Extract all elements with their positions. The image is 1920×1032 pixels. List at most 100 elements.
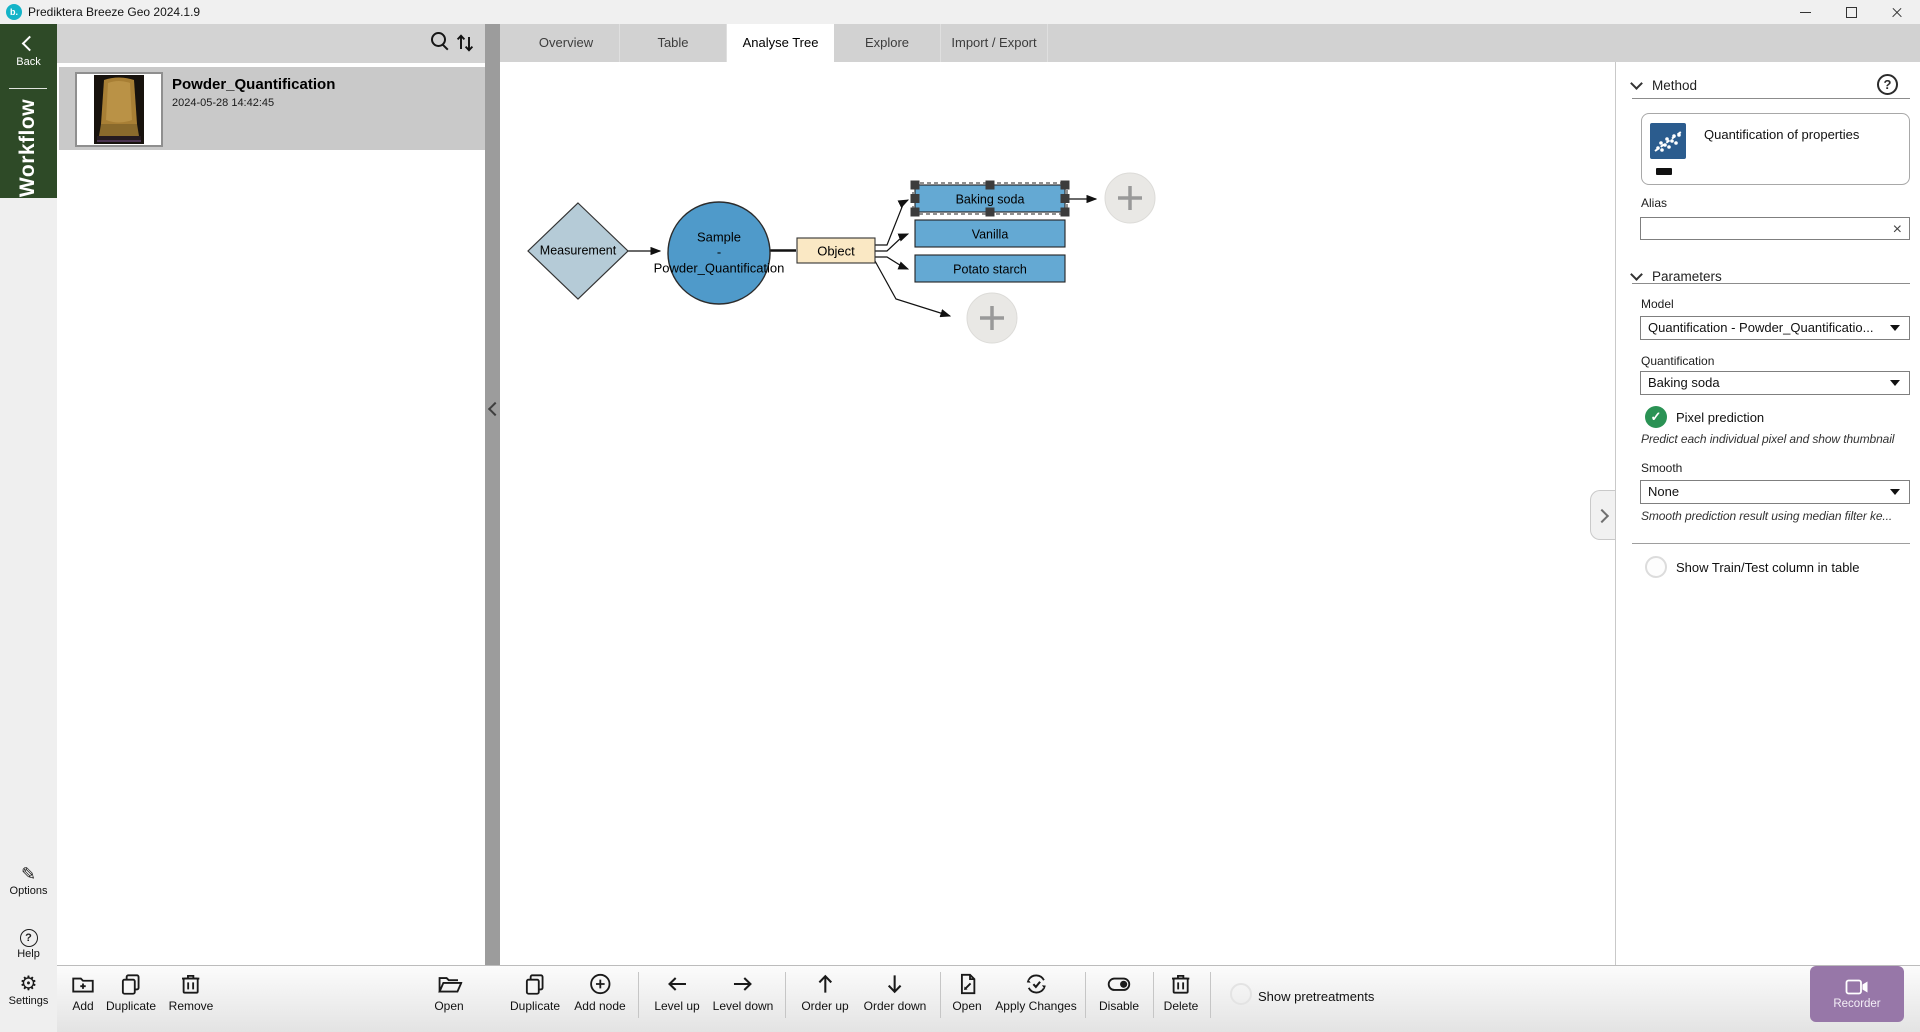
toggle-icon [1106,971,1132,997]
model-dropdown[interactable]: Quantification - Powder_Quantificatio... [1640,316,1910,340]
help-button[interactable]: ? Help [0,929,57,960]
app-logo-icon: b. [6,4,22,20]
chevron-down-icon [1630,268,1643,281]
open-folder-icon [436,971,462,997]
file-list-header [57,24,485,63]
add-node-button-bottom[interactable] [967,293,1017,343]
add-node-button-right[interactable] [1105,173,1155,223]
open-workflow-button[interactable]: Open [434,971,463,1013]
title-bar [0,0,1920,25]
options-label: Options [0,885,57,897]
duplicate-node-button[interactable]: Duplicate [510,971,560,1013]
alias-input[interactable]: × [1640,217,1910,240]
plus-circle-icon [587,971,613,997]
method-header-label: Method [1652,78,1697,93]
add-node-label: Add node [574,999,625,1013]
train-test-label: Show Train/Test column in table [1676,560,1860,575]
sort-icon[interactable] [454,31,476,58]
delete-node-button[interactable]: Delete [1164,971,1199,1013]
arrow-up-icon [812,971,838,997]
chevron-down-icon [1630,77,1643,90]
duplicate-label: Duplicate [106,999,156,1013]
open-node-button[interactable]: Open [952,971,981,1013]
add-label: Add [72,999,93,1013]
add-button[interactable]: Add [70,971,96,1013]
order-up-button[interactable]: Order up [801,971,848,1013]
recorder-button[interactable]: Recorder [1810,966,1904,1022]
disable-button[interactable]: Disable [1099,971,1139,1013]
quantification-label: Quantification [1641,354,1714,368]
remove-button[interactable]: Remove [169,971,214,1013]
chevron-left-icon [22,36,38,52]
level-up-button[interactable]: Level up [654,971,699,1013]
open-label: Open [434,999,463,1013]
alias-label: Alias [1641,196,1667,210]
sort-arrows-icon [454,31,476,53]
clear-icon[interactable]: × [1893,218,1902,241]
minimize-button[interactable] [1782,0,1828,24]
node-sample[interactable]: Sample - Powder_Quantification [654,202,785,304]
help-icon: ? [20,929,38,947]
node-sample-line2: - [717,244,721,259]
arrow-left-icon [664,971,690,997]
node-vanilla[interactable]: Vanilla [915,220,1065,247]
train-test-radio[interactable] [1645,556,1667,578]
add-node-button[interactable]: Add node [574,971,625,1013]
bottom-toolbar [57,965,1920,1032]
pixel-prediction-checkbox[interactable]: ✓ [1645,406,1667,428]
folder-plus-icon [70,971,96,997]
chevron-down-icon [1890,489,1900,495]
level-down-button[interactable]: Level down [713,971,774,1013]
toolbar-separator [1210,972,1211,1018]
smooth-value: None [1648,484,1679,499]
order-down-label: Order down [864,999,927,1013]
apply-changes-icon [1023,971,1049,997]
settings-button[interactable]: ⚙ Settings [0,974,57,1007]
order-down-button[interactable]: Order down [864,971,927,1013]
close-icon [1891,6,1903,18]
smooth-dropdown[interactable]: None [1640,480,1910,504]
method-help-icon[interactable]: ? [1877,74,1898,95]
show-pretreatments-label: Show pretreatments [1258,989,1374,1004]
tab-import-export[interactable]: Import / Export [941,24,1048,62]
method-section-header[interactable]: Method [1632,74,1812,96]
close-button[interactable] [1874,0,1920,24]
pixel-prediction-label: Pixel prediction [1676,410,1764,425]
show-pretreatments-radio[interactable] [1230,983,1252,1005]
quantification-dropdown[interactable]: Baking soda [1640,371,1910,395]
panel-splitter[interactable] [485,24,500,1032]
separator [1632,543,1910,544]
powder-pouch-image [77,74,161,145]
node-potato-starch[interactable]: Potato starch [915,255,1065,282]
node-baking-soda[interactable]: Baking soda [911,181,1070,217]
window-title: Prediktera Breeze Geo 2024.1.9 [28,0,200,24]
method-card-title: Quantification of properties [1704,127,1859,142]
node-object[interactable]: Object [797,238,875,263]
level-down-label: Level down [713,999,774,1013]
options-button[interactable]: ✎ Options [0,864,57,897]
tab-explore[interactable]: Explore [834,24,941,62]
arrow-right-icon [730,971,756,997]
search-handle [441,43,448,50]
disable-label: Disable [1099,999,1139,1013]
video-camera-icon [1845,978,1869,996]
tab-table[interactable]: Table [620,24,727,62]
search-icon[interactable] [431,32,451,52]
sidebar-item-workflow[interactable]: Workflow [0,96,57,200]
chevron-down-icon [1890,380,1900,386]
order-up-label: Order up [801,999,848,1013]
apply-changes-button[interactable]: Apply Changes [995,971,1076,1013]
duplicate-icon [522,971,548,997]
item-thumbnail [75,72,163,147]
maximize-button[interactable] [1828,0,1874,24]
back-button[interactable]: Back [0,30,57,74]
model-label: Model [1641,297,1674,311]
node-sample-line3: Powder_Quantification [654,260,785,275]
help-label: Help [0,948,57,960]
node-measurement[interactable]: Measurement [528,203,628,299]
tab-overview[interactable]: Overview [513,24,620,62]
tab-analyse-tree[interactable]: Analyse Tree [727,24,834,62]
node-potato-starch-label: Potato starch [953,262,1027,276]
separator [1632,283,1910,284]
duplicate-button[interactable]: Duplicate [106,971,156,1013]
